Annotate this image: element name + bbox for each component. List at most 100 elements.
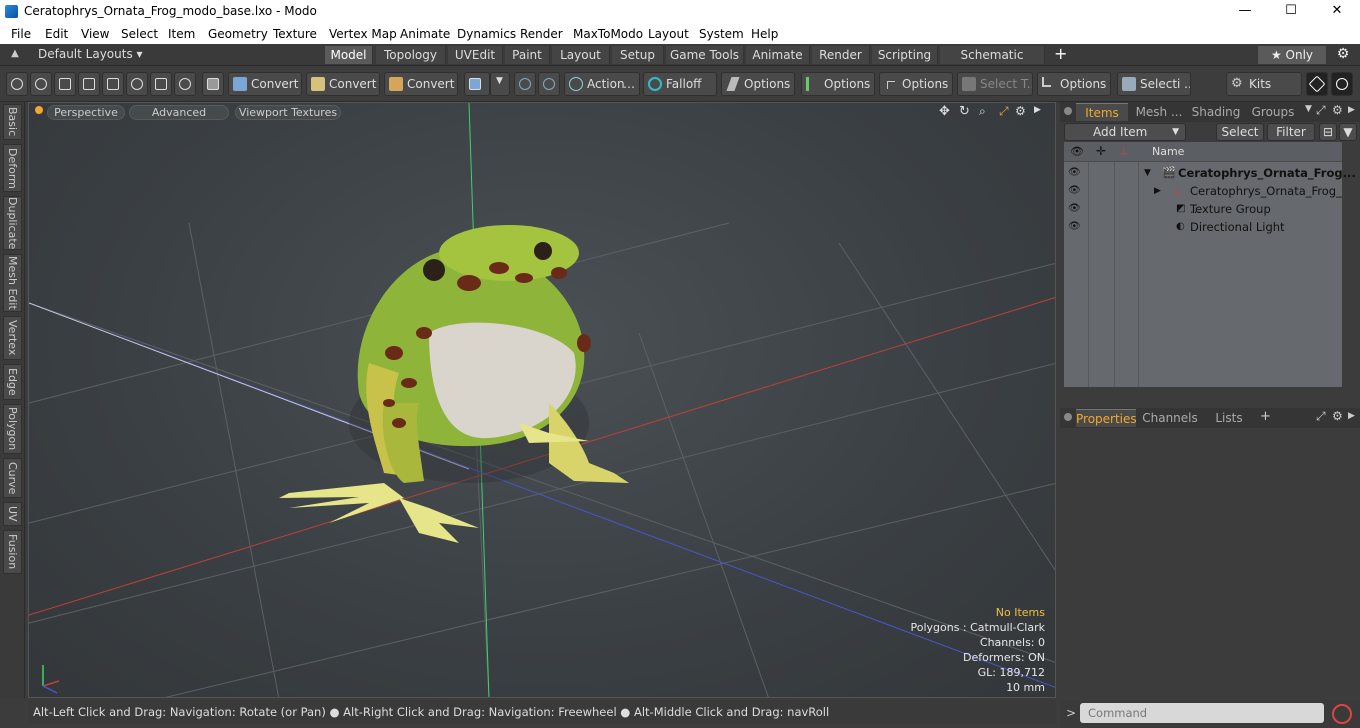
advanced-dropdown[interactable]: Advanced bbox=[129, 105, 229, 120]
minimize-button[interactable]: — bbox=[1222, 0, 1268, 23]
menu-maxtomodo[interactable]: MaxToModo bbox=[573, 27, 643, 41]
viewport-3d[interactable]: Perspective Advanced Viewport Textures ✥… bbox=[28, 102, 1056, 698]
viewport-status-dot[interactable] bbox=[35, 106, 43, 114]
symmetry-shield-icon[interactable] bbox=[514, 72, 536, 96]
viewport-menu-arrow-icon[interactable]: ▶ bbox=[1034, 105, 1041, 115]
select-options-button[interactable]: Options bbox=[1037, 72, 1111, 96]
tab-channels[interactable]: Channels bbox=[1140, 409, 1200, 427]
vtab-mesh-edit[interactable]: Mesh Edit bbox=[3, 254, 22, 312]
perspective-dropdown[interactable]: Perspective bbox=[47, 105, 125, 120]
menu-vertex-map[interactable]: Vertex Map bbox=[329, 27, 397, 41]
select-tool-button[interactable]: Select T... bbox=[957, 72, 1033, 96]
panel-gear-icon[interactable]: ⚙ bbox=[1332, 103, 1343, 117]
frog-model[interactable] bbox=[279, 225, 629, 543]
vtab-vertex[interactable]: Vertex bbox=[3, 316, 22, 360]
action-center-button[interactable]: Action … bbox=[564, 72, 640, 96]
convert-button-2[interactable]: Convert bbox=[306, 72, 380, 96]
expand-arrow-icon[interactable]: ▼ bbox=[1144, 164, 1151, 182]
only-button[interactable]: ★ Only bbox=[1258, 46, 1326, 64]
shield-toggle-icon[interactable] bbox=[538, 72, 560, 96]
menu-item[interactable]: Item bbox=[168, 27, 195, 41]
vtab-basic[interactable]: Basic bbox=[3, 104, 22, 140]
select-edge-loop-icon[interactable] bbox=[174, 72, 196, 96]
tab-groups[interactable]: Groups bbox=[1244, 103, 1302, 121]
vtab-polygon[interactable]: Polygon bbox=[3, 404, 22, 454]
panel-expand-icon[interactable]: ⤢ bbox=[1316, 103, 1326, 118]
select-center-icon[interactable] bbox=[150, 72, 172, 96]
tab-shading[interactable]: Shading bbox=[1190, 103, 1242, 121]
vtab-edge[interactable]: Edge bbox=[3, 364, 22, 400]
vtab-deform[interactable]: Deform bbox=[3, 144, 22, 192]
viewport-gear-icon[interactable]: ⚙ bbox=[1015, 104, 1026, 118]
tab-render[interactable]: Render bbox=[812, 46, 870, 64]
gear-icon[interactable]: ⚙ bbox=[1335, 46, 1351, 62]
panel-expand-icon[interactable]: ⤢ bbox=[1316, 409, 1326, 424]
add-tab-button[interactable]: + bbox=[1054, 44, 1067, 63]
visibility-eye-icon[interactable]: 👁 bbox=[1068, 185, 1081, 197]
menu-texture[interactable]: Texture bbox=[273, 27, 317, 41]
rotate-view-icon[interactable]: ↻ bbox=[959, 104, 970, 119]
funnel-filter-icon[interactable]: ▼ bbox=[1339, 123, 1357, 141]
lock-column-icon[interactable]: ✛ bbox=[1096, 144, 1106, 158]
zoom-view-icon[interactable]: ⌕ bbox=[979, 104, 986, 119]
collapse-all-icon[interactable]: ⊟ bbox=[1319, 123, 1337, 141]
command-input[interactable]: Command bbox=[1080, 703, 1324, 723]
panel-menu-arrow-icon[interactable]: ▶ bbox=[1348, 105, 1355, 115]
item-tree[interactable]: 👁 ✛ ⟂ Name 👁 ▼ 🎬 Ceratophrys_Ornata_Frog… bbox=[1064, 142, 1356, 387]
tab-mesh[interactable]: Mesh ... bbox=[1132, 103, 1186, 121]
maximize-button[interactable]: ☐ bbox=[1268, 0, 1314, 23]
select-button[interactable]: Select bbox=[1216, 123, 1264, 141]
menu-render[interactable]: Render bbox=[520, 27, 563, 41]
tab-topology[interactable]: Topology bbox=[376, 46, 446, 64]
tab-model[interactable]: Model bbox=[325, 46, 373, 64]
panel-status-dot[interactable] bbox=[1064, 413, 1072, 421]
viewport-textures-dropdown[interactable]: Viewport Textures bbox=[235, 105, 341, 120]
tabs-chevron-down-icon[interactable]: ▼ bbox=[1305, 104, 1312, 114]
tab-schematic-fusion[interactable]: Schematic Fusion bbox=[940, 46, 1045, 80]
tree-row-mesh[interactable]: 👁 ▶ ⟂ Ceratophrys_Ornata_Frog_ ... bbox=[1064, 182, 1342, 216]
fit-view-icon[interactable]: ⤢ bbox=[999, 104, 1009, 119]
select-polygons-icon[interactable] bbox=[54, 72, 76, 96]
select-materials-icon[interactable] bbox=[102, 72, 124, 96]
record-macro-icon[interactable] bbox=[1332, 704, 1352, 724]
kits-button[interactable]: ⚙ Kits bbox=[1226, 72, 1302, 96]
visibility-eye-icon[interactable]: 👁 bbox=[1068, 167, 1081, 179]
tab-game-tools[interactable]: Game Tools bbox=[666, 46, 744, 64]
tab-items[interactable]: Items bbox=[1076, 103, 1128, 121]
workplane-options-button[interactable]: Options bbox=[879, 72, 953, 96]
menu-layout[interactable]: Layout bbox=[648, 27, 689, 41]
select-pivot-icon[interactable] bbox=[126, 72, 148, 96]
add-panel-tab-button[interactable]: + bbox=[1260, 409, 1271, 424]
select-vertices-icon[interactable] bbox=[6, 72, 28, 96]
vtab-uv[interactable]: UV bbox=[3, 502, 22, 526]
falloff-options-button[interactable]: Options bbox=[721, 72, 795, 96]
menu-help[interactable]: Help bbox=[751, 27, 778, 41]
falloff-button[interactable]: Falloff bbox=[643, 72, 717, 96]
menu-geometry[interactable]: Geometry bbox=[208, 27, 268, 41]
panel-status-dot[interactable] bbox=[1064, 107, 1072, 115]
type-column-icon[interactable]: ⟂ bbox=[1120, 144, 1127, 158]
menu-dynamics[interactable]: Dynamics bbox=[457, 27, 516, 41]
select-edges-icon[interactable] bbox=[30, 72, 52, 96]
vtab-fusion[interactable]: Fusion bbox=[3, 530, 22, 574]
panel-menu-arrow-icon[interactable]: ▶ bbox=[1348, 411, 1355, 421]
menu-edit[interactable]: Edit bbox=[45, 27, 68, 41]
menu-select[interactable]: Select bbox=[121, 27, 158, 41]
unity-icon[interactable] bbox=[1306, 72, 1328, 96]
mesh-cube-icon[interactable] bbox=[202, 72, 224, 96]
visibility-eye-icon[interactable]: 👁 bbox=[1068, 203, 1081, 215]
tree-row-texture-group[interactable]: 👁 ◩ Texture Group bbox=[1064, 200, 1342, 218]
chevron-down-icon[interactable]: ▼ bbox=[490, 72, 510, 96]
convert-button-1[interactable]: Convert bbox=[228, 72, 302, 96]
vtab-curve[interactable]: Curve bbox=[3, 458, 22, 498]
unreal-icon[interactable] bbox=[1331, 72, 1353, 96]
vtab-duplicate[interactable]: Duplicate bbox=[3, 196, 22, 250]
visibility-column-icon[interactable]: 👁 bbox=[1070, 145, 1084, 158]
tree-row-scene[interactable]: 👁 ▼ 🎬 Ceratophrys_Ornata_Frog... bbox=[1064, 164, 1356, 182]
selection-sets-button[interactable]: Selecti ... bbox=[1117, 72, 1191, 96]
menu-animate[interactable]: Animate bbox=[400, 27, 450, 41]
tab-layout[interactable]: Layout bbox=[552, 46, 610, 64]
tree-row-directional-light[interactable]: 👁 ◐ Directional Light bbox=[1064, 218, 1342, 236]
visibility-eye-icon[interactable]: 👁 bbox=[1068, 221, 1081, 233]
tab-animate[interactable]: Animate bbox=[746, 46, 810, 64]
